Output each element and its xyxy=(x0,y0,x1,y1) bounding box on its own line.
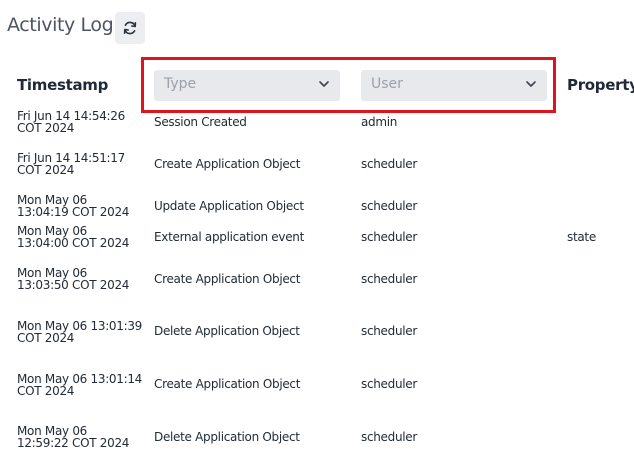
filter-highlight-box xyxy=(141,57,556,113)
row-type: Create Application Object xyxy=(154,377,301,391)
row-user: scheduler xyxy=(361,430,418,444)
row-type: Delete Application Object xyxy=(154,430,300,444)
row-timestamp: Mon May 06 12:59:22 COT 2024 xyxy=(17,424,130,450)
column-header-timestamp: Timestamp xyxy=(17,76,109,94)
row-property: state xyxy=(567,230,596,244)
row-type: Delete Application Object xyxy=(154,324,300,338)
row-type: Create Application Object xyxy=(154,272,301,286)
row-type: External application event xyxy=(154,230,304,244)
row-timestamp: Mon May 06 13:03:50 COT 2024 xyxy=(17,266,130,292)
refresh-icon xyxy=(123,21,137,35)
row-type: Update Application Object xyxy=(154,199,304,213)
row-timestamp: Mon May 06 13:01:39 COT 2024 xyxy=(17,319,143,345)
row-user: admin xyxy=(361,115,398,129)
row-timestamp: Mon May 06 13:04:00 COT 2024 xyxy=(17,224,130,250)
row-type: Session Created xyxy=(154,115,247,129)
row-user: scheduler xyxy=(361,324,418,338)
row-user: scheduler xyxy=(361,272,418,286)
row-timestamp: Fri Jun 14 14:54:26 COT 2024 xyxy=(17,109,125,135)
row-type: Create Application Object xyxy=(154,157,301,171)
page-title: Activity Log xyxy=(7,14,114,36)
column-header-property: Property xyxy=(567,76,634,94)
row-timestamp: Mon May 06 13:01:14 COT 2024 xyxy=(17,372,143,398)
row-user: scheduler xyxy=(361,377,418,391)
row-user: scheduler xyxy=(361,157,418,171)
row-user: scheduler xyxy=(361,199,418,213)
row-timestamp: Fri Jun 14 14:51:17 COT 2024 xyxy=(17,151,125,177)
row-timestamp: Mon May 06 13:04:19 COT 2024 xyxy=(17,193,130,219)
refresh-button[interactable] xyxy=(115,12,145,44)
row-user: scheduler xyxy=(361,230,418,244)
